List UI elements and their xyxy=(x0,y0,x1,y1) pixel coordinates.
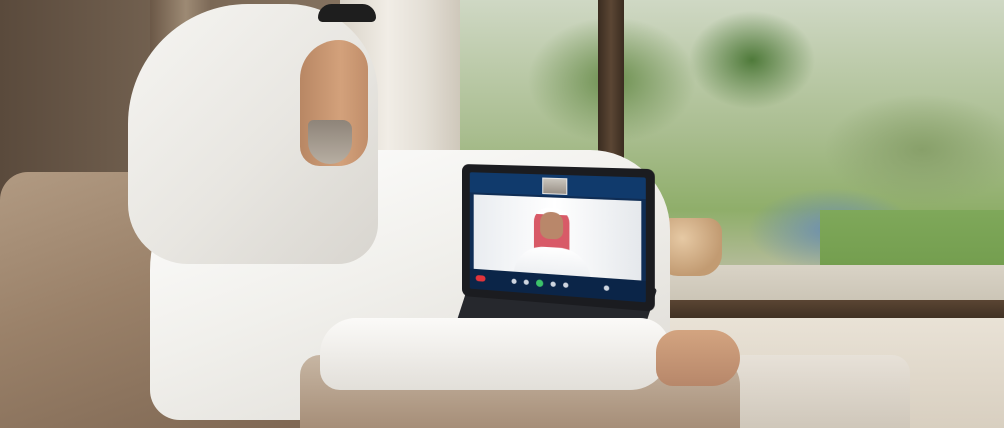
video-call-screen xyxy=(470,172,646,302)
chat-icon[interactable] xyxy=(563,282,568,288)
microphone-icon[interactable] xyxy=(512,279,517,284)
caller-face xyxy=(540,212,563,240)
more-icon[interactable] xyxy=(604,285,609,291)
share-icon[interactable] xyxy=(536,279,543,287)
window-mullion xyxy=(598,0,624,175)
participants-icon[interactable] xyxy=(551,281,556,287)
photo-scene xyxy=(0,0,1004,428)
laptop-lid xyxy=(462,164,655,312)
camera-icon[interactable] xyxy=(524,279,529,285)
hand xyxy=(656,330,740,386)
agal xyxy=(318,4,376,22)
end-call-icon[interactable] xyxy=(476,275,486,282)
ottoman xyxy=(725,355,910,428)
beard xyxy=(308,120,352,164)
sleeve xyxy=(320,318,670,390)
self-view-thumbnail[interactable] xyxy=(542,177,567,194)
caller-video xyxy=(474,194,642,280)
